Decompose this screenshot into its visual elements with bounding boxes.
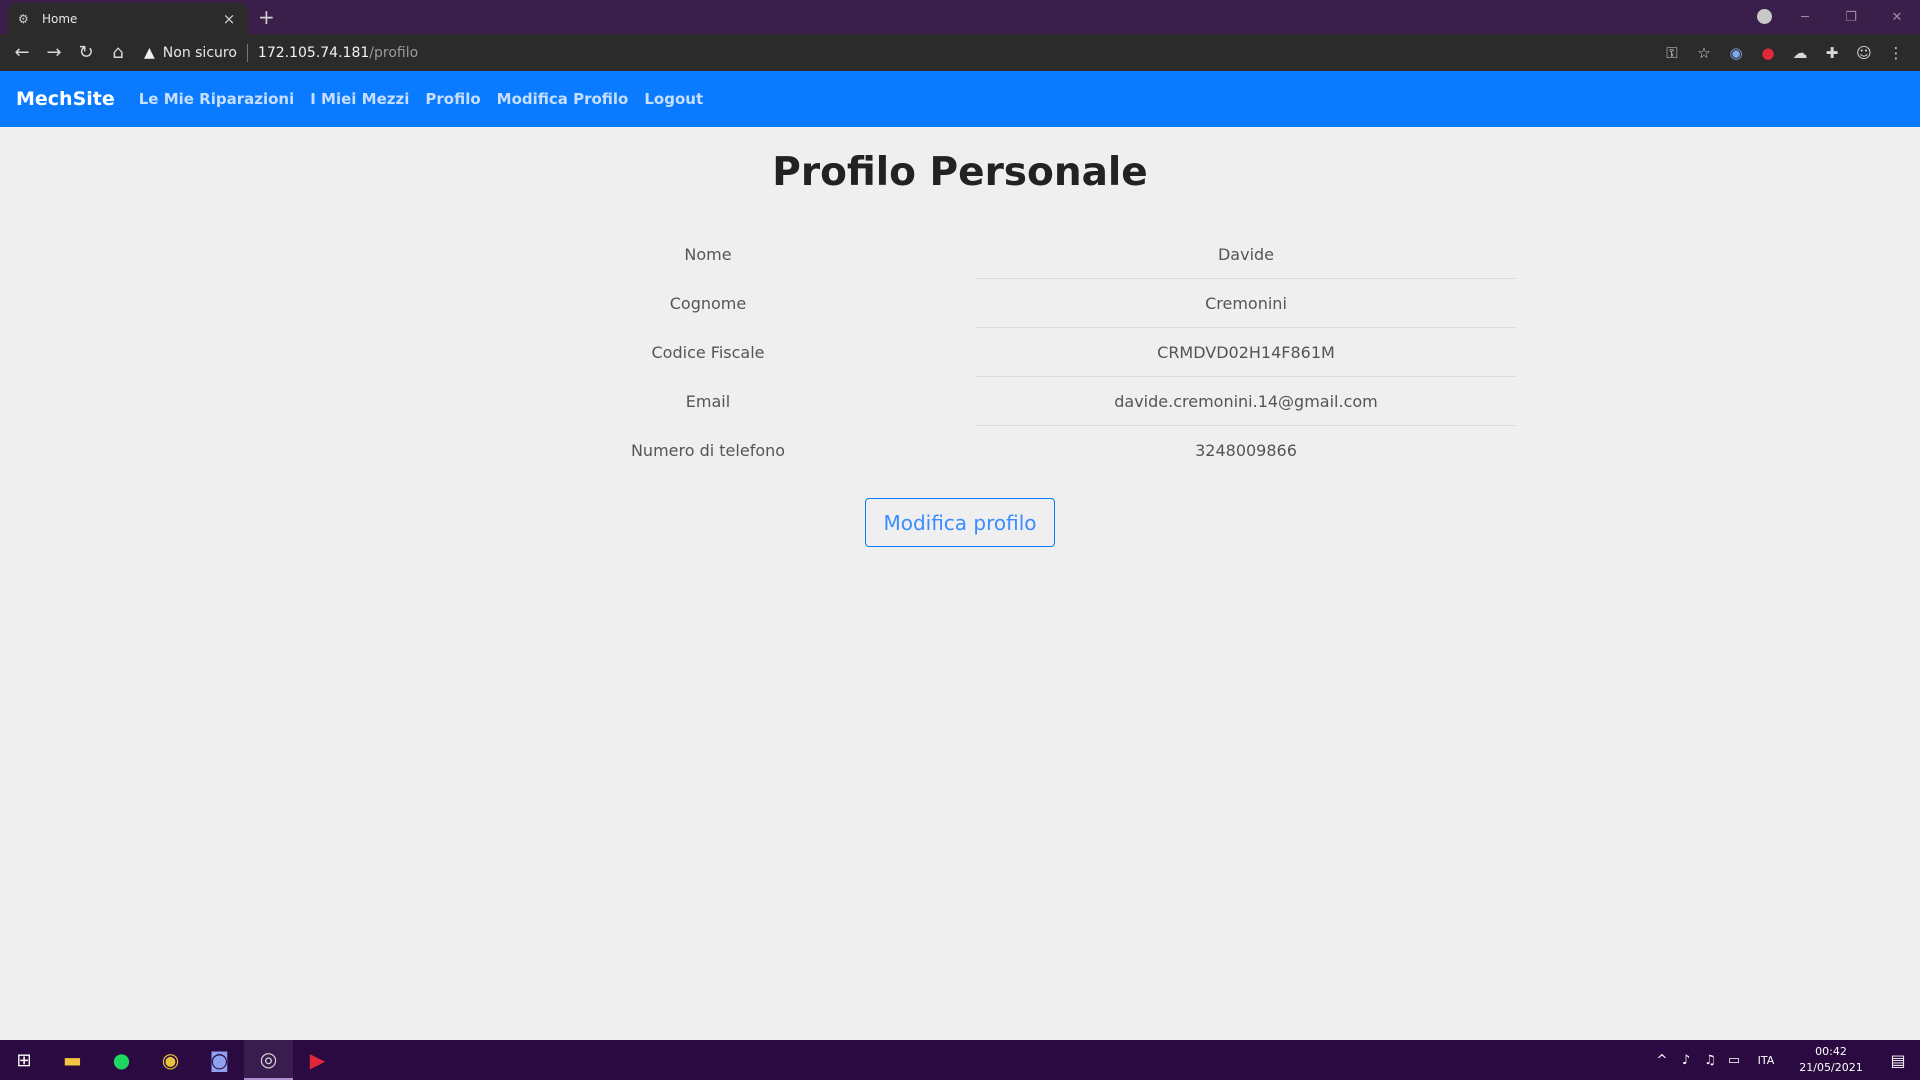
field-label: Nome: [684, 245, 732, 264]
toolbar-actions: ⚿ ☆ ◉ ● ☁ ✚ ☺ ⋮: [1656, 34, 1912, 71]
field-value: 3248009866: [1195, 441, 1297, 460]
browser-tab[interactable]: ⚙ Home ×: [8, 3, 248, 34]
field-label: Codice Fiscale: [651, 343, 765, 362]
brand-link[interactable]: MechSite: [16, 88, 115, 110]
field-value: Davide: [976, 230, 1516, 279]
notifications-icon[interactable]: ▤: [1876, 1051, 1920, 1070]
network-icon[interactable]: ▭: [1722, 1053, 1746, 1068]
table-row: Email davide.cremonini.14@gmail.com: [440, 377, 1516, 426]
table-row: Numero di telefono 3248009866: [440, 426, 1516, 475]
nav-link-mezzi[interactable]: I Miei Mezzi: [310, 90, 409, 108]
field-label: Numero di telefono: [630, 441, 786, 460]
file-explorer-icon[interactable]: ▬: [48, 1040, 97, 1080]
nav-link-logout[interactable]: Logout: [644, 90, 703, 108]
table-row: Codice Fiscale CRMDVD02H14F861M: [440, 328, 1516, 377]
edit-profile-button[interactable]: Modifica profilo: [865, 498, 1055, 547]
minimize-icon[interactable]: ─: [1782, 10, 1828, 25]
system-tray: ^ ♪ ♫ ▭ ITA 00:42 21/05/2021 ▤: [1650, 1040, 1920, 1080]
clock[interactable]: 00:42 21/05/2021: [1786, 1044, 1876, 1076]
warning-icon[interactable]: ▲: [144, 45, 155, 61]
bookmark-star-icon[interactable]: ☆: [1688, 44, 1720, 62]
table-row: Nome Davide: [440, 230, 1516, 279]
tab-title: Home: [42, 11, 78, 26]
restore-icon[interactable]: ❐: [1828, 10, 1874, 25]
avatar-icon[interactable]: ☺: [1848, 44, 1880, 62]
browser-toolbar: ← → ↻ ⌂ ▲ Non sicuro 172.105.74.181 /pro…: [0, 34, 1920, 71]
home-icon[interactable]: ⌂: [102, 42, 134, 63]
nav-link-modifica-profilo[interactable]: Modifica Profilo: [497, 90, 629, 108]
site-navbar: MechSite Le Mie Riparazioni I Miei Mezzi…: [0, 71, 1920, 127]
address-separator: [246, 43, 248, 62]
reload-icon[interactable]: ↻: [70, 42, 102, 63]
field-value: Cremonini: [976, 279, 1516, 328]
back-icon[interactable]: ←: [6, 42, 38, 63]
taskbar: ⊞ ▬ ● ◉ ◙ ◎ ▶ ^ ♪ ♫ ▭ ITA 00:42 21/05/20…: [0, 1040, 1920, 1080]
close-window-icon[interactable]: ✕: [1874, 10, 1920, 25]
tab-close-icon[interactable]: ×: [220, 10, 238, 28]
spotify-icon[interactable]: ●: [97, 1040, 146, 1080]
clock-date: 21/05/2021: [1799, 1061, 1863, 1074]
field-value: CRMDVD02H14F861M: [976, 328, 1516, 377]
extension-icon[interactable]: ●: [1752, 44, 1784, 62]
field-value: davide.cremonini.14@gmail.com: [976, 377, 1516, 426]
field-label: Email: [685, 392, 731, 411]
nav-link-profilo[interactable]: Profilo: [425, 90, 480, 108]
extension-icon[interactable]: ◉: [1720, 44, 1752, 62]
address-bar[interactable]: ▲ Non sicuro 172.105.74.181 /profilo: [144, 39, 418, 67]
extensions-puzzle-icon[interactable]: ✚: [1816, 44, 1848, 62]
url-host: 172.105.74.181: [257, 44, 370, 61]
security-label[interactable]: Non sicuro: [163, 45, 237, 61]
browser-profile-icon[interactable]: [1757, 9, 1772, 24]
language-indicator[interactable]: ITA: [1746, 1054, 1786, 1067]
chrome-icon[interactable]: ◉: [146, 1040, 195, 1080]
profile-table: Nome Davide Cognome Cremonini Codice Fis…: [440, 230, 1516, 475]
speaker-icon[interactable]: ♫: [1698, 1053, 1722, 1068]
clock-time: 00:42: [1815, 1045, 1847, 1058]
menu-kebab-icon[interactable]: ⋮: [1880, 44, 1912, 62]
obs-icon[interactable]: ◎: [244, 1040, 293, 1080]
key-icon[interactable]: ⚿: [1656, 44, 1688, 62]
field-label: Cognome: [669, 294, 747, 313]
browser-tabbar: ⚙ Home × + ─ ❐ ✕: [0, 0, 1920, 34]
media-player-icon[interactable]: ▶: [293, 1040, 342, 1080]
url-path: /profilo: [369, 44, 419, 61]
window-controls: ─ ❐ ✕: [1782, 0, 1920, 34]
discord-icon[interactable]: ◙: [195, 1040, 244, 1080]
table-row: Cognome Cremonini: [440, 279, 1516, 328]
page-favicon-icon: ⚙: [18, 11, 29, 26]
new-tab-icon[interactable]: +: [258, 5, 275, 29]
nav-link-riparazioni[interactable]: Le Mie Riparazioni: [139, 90, 295, 108]
page-title: Profilo Personale: [772, 150, 1148, 195]
windows-start-icon[interactable]: ⊞: [0, 1050, 48, 1071]
forward-icon[interactable]: →: [38, 42, 70, 63]
volume-icon[interactable]: ♪: [1674, 1053, 1698, 1068]
tray-chevron-icon[interactable]: ^: [1650, 1053, 1674, 1068]
extension-icon[interactable]: ☁: [1784, 44, 1816, 62]
